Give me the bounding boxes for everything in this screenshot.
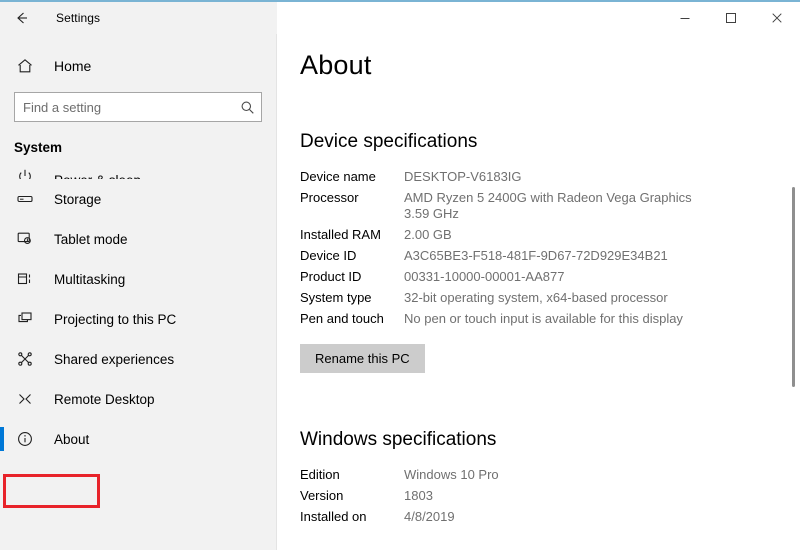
settings-window: Settings Home Find a setting System Stor… [0, 0, 800, 550]
sidebar-section-title: System [14, 140, 63, 155]
scrollbar-thumb[interactable] [792, 187, 795, 387]
table-row: Installed RAM 2.00 GB [300, 227, 694, 248]
shared-experiences-icon [14, 348, 36, 370]
rename-this-pc-button[interactable]: Rename this PC [300, 344, 425, 373]
sidebar-item-home-label: Home [54, 58, 92, 74]
table-row: Device ID A3C65BE3-F518-481F-9D67-72D929… [300, 248, 694, 269]
sidebar-item-projecting-label: Projecting to this PC [54, 311, 177, 327]
power-icon [14, 166, 36, 179]
window-controls [277, 2, 800, 34]
spec-value: DESKTOP-V6183IG [404, 169, 522, 184]
content-scrollbar[interactable] [790, 34, 800, 550]
maximize-button[interactable] [708, 2, 754, 34]
remote-desktop-icon [14, 388, 36, 410]
spec-key: Edition [300, 467, 340, 482]
sidebar-nav-list: Power & sleep Storage [0, 157, 276, 459]
sidebar-item-storage-label: Storage [54, 191, 102, 207]
windows-specifications-heading: Windows specifications [300, 429, 497, 450]
sidebar-item-power-sleep[interactable]: Power & sleep [0, 157, 276, 179]
sidebar-item-storage[interactable]: Storage [0, 179, 276, 219]
sidebar: Home System Power & sleep [0, 34, 277, 550]
spec-value: A3C65BE3-F518-481F-9D67-72D929E34B21 [404, 248, 668, 263]
spec-key: System type [300, 290, 372, 305]
table-row: Installed on 4/8/2019 [300, 509, 499, 530]
sidebar-item-about[interactable]: About [0, 419, 276, 459]
sidebar-item-multitasking-label: Multitasking [54, 271, 126, 287]
device-specifications-table: Device name DESKTOP-V6183IG Processor AM… [300, 169, 694, 332]
windows-specifications-table: Edition Windows 10 Pro Version 1803 Inst… [300, 467, 499, 530]
page-title: About [300, 50, 372, 80]
spec-key: Pen and touch [300, 311, 384, 326]
sidebar-item-home[interactable]: Home [0, 46, 276, 86]
device-specifications-heading: Device specifications [300, 131, 478, 152]
sidebar-item-shared-experiences[interactable]: Shared experiences [0, 339, 276, 379]
spec-key: Device ID [300, 248, 357, 263]
tablet-mode-icon [14, 228, 36, 250]
title-bar: Settings [0, 2, 800, 34]
table-row: Device name DESKTOP-V6183IG [300, 169, 694, 190]
storage-icon [14, 188, 36, 210]
table-row: Product ID 00331-10000-00001-AA877 [300, 269, 694, 290]
spec-value: 00331-10000-00001-AA877 [404, 269, 565, 284]
sidebar-item-remote-desktop-label: Remote Desktop [54, 391, 155, 407]
spec-key: Product ID [300, 269, 362, 284]
table-row: Processor AMD Ryzen 5 2400G with Radeon … [300, 190, 694, 227]
projecting-icon [14, 308, 36, 330]
search-input[interactable] [15, 94, 233, 120]
spec-value: 32-bit operating system, x64-based proce… [404, 290, 668, 305]
spec-key: Installed RAM [300, 227, 381, 242]
spec-value: No pen or touch input is available for t… [404, 311, 683, 326]
sidebar-item-tablet-mode-label: Tablet mode [54, 231, 128, 247]
table-row: Edition Windows 10 Pro [300, 467, 499, 488]
spec-key: Version [300, 488, 344, 503]
spec-value: Windows 10 Pro [404, 467, 499, 482]
sidebar-item-shared-experiences-label: Shared experiences [54, 351, 175, 367]
close-button[interactable] [754, 2, 800, 34]
spec-value: AMD Ryzen 5 2400G with Radeon Vega Graph… [404, 190, 692, 221]
back-arrow-icon [14, 10, 30, 26]
back-button[interactable] [0, 2, 44, 34]
table-row: Pen and touch No pen or touch input is a… [300, 311, 694, 332]
sidebar-item-remote-desktop[interactable]: Remote Desktop [0, 379, 276, 419]
info-circle-icon [14, 428, 36, 450]
content-pane: About Device specifications Device name … [278, 34, 800, 550]
home-icon [14, 55, 36, 77]
sidebar-item-multitasking[interactable]: Multitasking [0, 259, 276, 299]
spec-value: 4/8/2019 [404, 509, 455, 524]
minimize-button[interactable] [662, 2, 708, 34]
table-row: Version 1803 [300, 488, 499, 509]
table-row: System type 32-bit operating system, x64… [300, 290, 694, 311]
spec-value: 2.00 GB [404, 227, 452, 242]
search-box[interactable] [14, 92, 262, 122]
sidebar-item-about-label: About [54, 431, 90, 447]
maximize-icon [725, 12, 737, 24]
about-highlight-annotation [3, 474, 100, 508]
app-title: Settings [56, 11, 101, 25]
spec-key: Device name [300, 169, 376, 184]
close-icon [771, 12, 783, 24]
search-icon[interactable] [233, 93, 261, 121]
spec-key: Installed on [300, 509, 367, 524]
sidebar-item-projecting-to-this-pc[interactable]: Projecting to this PC [0, 299, 276, 339]
title-bar-left: Settings [0, 2, 277, 34]
sidebar-item-tablet-mode[interactable]: Tablet mode [0, 219, 276, 259]
spec-value: 1803 [404, 488, 433, 503]
minimize-icon [679, 12, 691, 24]
multitasking-icon [14, 268, 36, 290]
spec-key: Processor [300, 190, 359, 205]
